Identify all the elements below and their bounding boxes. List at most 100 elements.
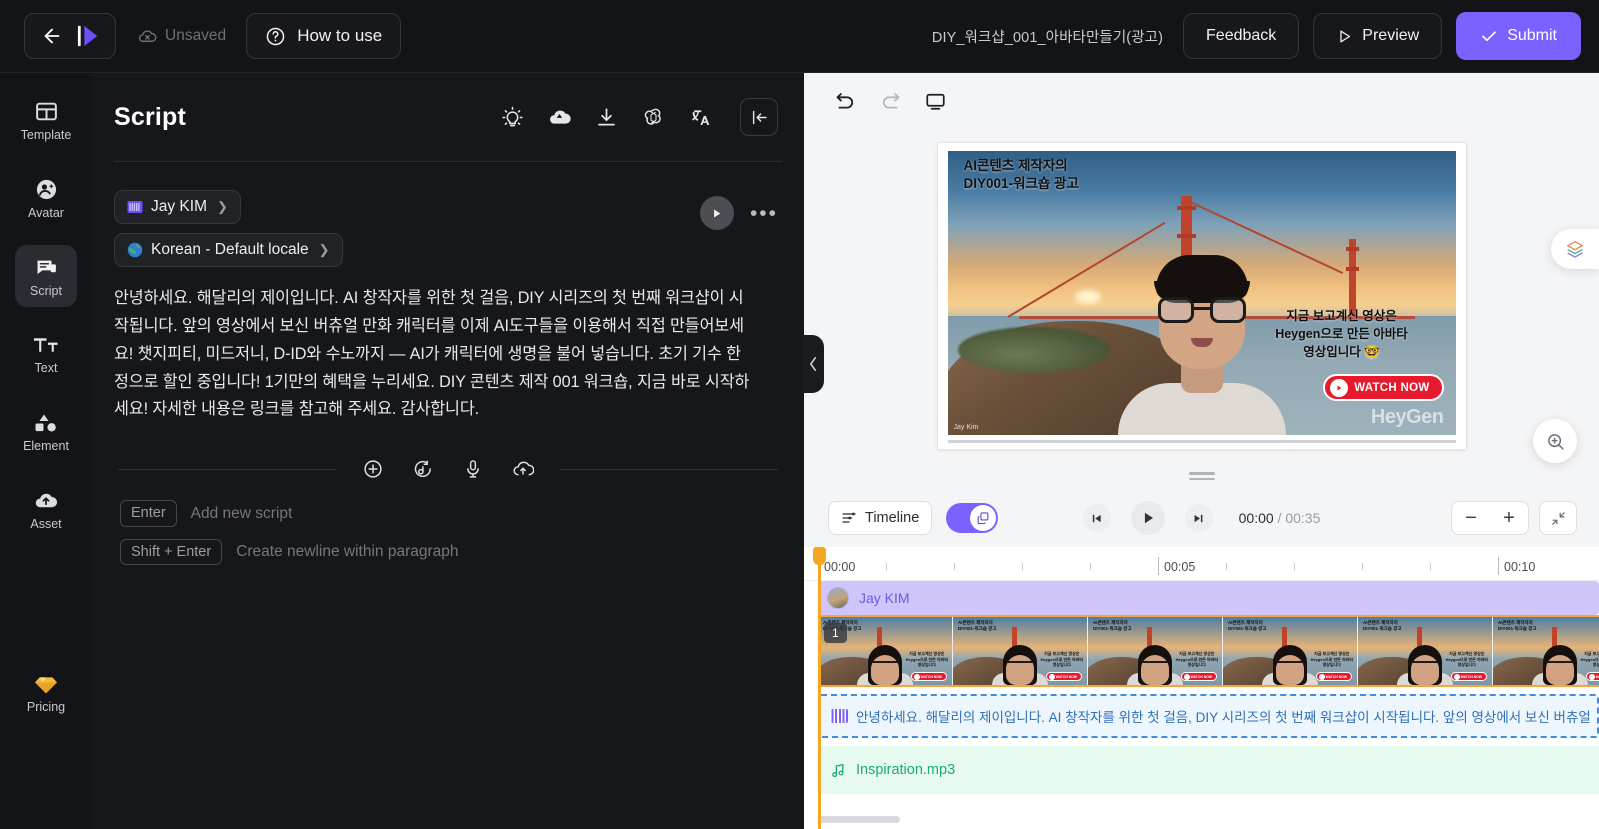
timeline-ruler[interactable]: 00:00 00:05 00:10 <box>804 547 1599 581</box>
track-audio[interactable]: Inspiration.mp3 <box>818 746 1599 794</box>
collapse-panel-button[interactable] <box>740 98 778 136</box>
add-script-icons <box>336 458 560 480</box>
translate-icon[interactable] <box>689 106 712 129</box>
scrollbar-thumb[interactable] <box>818 816 900 823</box>
download-icon[interactable] <box>595 106 618 129</box>
transport-controls: 00:00 / 00:35 <box>1082 501 1320 535</box>
app-root: Unsaved How to use DIY_워크샵_001_아바타만들기(광고… <box>0 0 1599 829</box>
zoom-out-button[interactable]: − <box>1465 508 1477 528</box>
script-panel-header: Script <box>92 73 804 139</box>
timeline-resize-handle[interactable] <box>804 463 1599 489</box>
sidebar-label: Element <box>23 439 69 454</box>
check-icon <box>1480 27 1498 45</box>
element-icon <box>33 411 59 435</box>
cloud-voice-icon[interactable] <box>548 106 571 129</box>
track-text-caption[interactable]: 안녕하세요. 해달리의 제이입니다. AI 창작자를 위한 첫 걸음, DIY … <box>818 694 1599 738</box>
text-icon <box>33 333 60 357</box>
avatar-selector-chip[interactable]: Jay KIM ❯ <box>114 190 241 224</box>
zoom-controls: − + <box>1451 501 1577 535</box>
sidebar-item-asset[interactable]: Asset <box>15 479 77 541</box>
duplicate-toggle[interactable] <box>946 503 999 533</box>
unsaved-label: Unsaved <box>165 27 227 44</box>
divider-left <box>118 468 336 470</box>
redo-icon[interactable] <box>879 90 902 113</box>
caption-icon <box>830 709 848 723</box>
zoom-in-button[interactable]: + <box>1503 508 1515 528</box>
timeline-horizontal-scrollbar[interactable] <box>818 816 1599 823</box>
timeline-playhead[interactable] <box>813 547 826 829</box>
filmstrip-frame: AI콘텐츠 제작자의DIY001-워크숍 광고 지금 보고계신 영상은Heyge… <box>1088 617 1223 685</box>
cloud-off-icon <box>138 27 157 46</box>
paragraph-more-button[interactable]: ••• <box>750 203 778 224</box>
display-icon[interactable] <box>924 90 947 113</box>
timeline-toggle-button[interactable]: Timeline <box>828 501 933 535</box>
globe-icon <box>127 242 143 258</box>
question-circle-icon <box>265 26 286 47</box>
track-avatar[interactable]: Jay KIM <box>818 581 1599 615</box>
sidebar-item-element[interactable]: Element <box>15 401 77 463</box>
canvas-toolbar <box>804 73 1599 129</box>
video-canvas[interactable]: AI콘텐츠 제작자의 DIY001-워크숍 광고 지금 보고계신 영상은 Heyge… <box>936 142 1467 450</box>
script-paragraph-block: Jay KIM ❯ Korean - Default locale ❯ ••• … <box>92 162 804 424</box>
sidebar-label: Pricing <box>26 700 66 715</box>
app-body: Template Avatar Script Text Element Asse… <box>0 73 1599 829</box>
sidebar-item-script[interactable]: Script <box>15 245 77 307</box>
locale-selector-chip[interactable]: Korean - Default locale ❯ <box>114 233 343 267</box>
play-button[interactable] <box>1130 501 1165 535</box>
unsaved-status: Unsaved <box>138 27 226 46</box>
back-home-button[interactable] <box>24 13 116 59</box>
timeline-zoom-group[interactable]: − + <box>1451 501 1529 535</box>
ruler-tick <box>886 557 887 570</box>
timeline-icon <box>841 510 857 526</box>
how-to-use-button[interactable]: How to use <box>246 13 402 59</box>
add-script-row <box>92 458 804 480</box>
ruler-tick <box>1226 557 1227 570</box>
timeline-panel[interactable]: 00:00 00:05 00:10 Jay KIM 1 제작자의 광고 지금 보… <box>804 547 1599 829</box>
add-circle-icon[interactable] <box>362 458 384 480</box>
lightbulb-icon[interactable] <box>501 106 524 129</box>
watch-now-label: WATCH NOW <box>1354 381 1430 394</box>
avatar-chip-label: Jay KIM <box>151 198 207 215</box>
script-panel-toolbar <box>501 98 778 136</box>
submit-button[interactable]: Submit <box>1456 12 1581 60</box>
project-title: DIY_워크샵_001_아바타만들기(광고) <box>931 29 1164 46</box>
ruler-tick <box>1022 557 1023 570</box>
openai-icon[interactable] <box>642 106 665 129</box>
script-icon <box>34 255 59 280</box>
layers-panel-button[interactable] <box>1551 229 1599 269</box>
player-bar: Timeline 00:00 / 00:35 − + <box>804 489 1599 547</box>
filmstrip-frame: AI콘텐츠 제작자의DIY001-워크숍 광고 지금 보고계신 영상은Heyge… <box>1358 617 1493 685</box>
audio-track-label: Inspiration.mp3 <box>856 762 956 778</box>
video-overlay-title: AI콘텐츠 제작자의 DIY001-워크숍 광고 <box>963 158 1079 192</box>
preview-button[interactable]: Preview <box>1313 13 1443 59</box>
back-arrow-icon <box>41 25 63 47</box>
track-scene-filmstrip[interactable]: 1 AI콘텐츠 제작자의DIY001-워크숍 광고 지금 보고계신 영상은Hey… <box>818 615 1599 687</box>
sidebar-label: Avatar <box>28 205 64 220</box>
paragraph-play-button[interactable] <box>699 196 734 230</box>
script-text[interactable]: 안녕하세요. 해달리의 제이입니다. AI 창작자를 위한 첫 걸음, DIY … <box>114 285 754 424</box>
pause-timing-icon[interactable] <box>412 458 434 480</box>
ruler-tick <box>1362 557 1363 570</box>
upload-cloud-icon[interactable] <box>512 458 534 480</box>
submit-label: Submit <box>1507 27 1557 44</box>
microphone-icon[interactable] <box>462 458 484 480</box>
sidebar-item-template[interactable]: Template <box>15 89 77 151</box>
script-panel: Script Jay KIM ❯ Korean - Default locale… <box>92 73 804 829</box>
diamond-icon <box>33 674 59 696</box>
sidebar-item-text[interactable]: Text <box>15 323 77 385</box>
timeline-tracks: Jay KIM 1 AI콘텐츠 제작자의DIY001-워크숍 광고 지금 보고계… <box>804 581 1599 794</box>
sidebar-item-avatar[interactable]: Avatar <box>15 167 77 229</box>
skip-next-button[interactable] <box>1184 504 1213 532</box>
feedback-button[interactable]: Feedback <box>1183 13 1300 59</box>
collapse-script-panel-handle[interactable] <box>802 335 824 393</box>
undo-icon[interactable] <box>834 90 857 113</box>
fit-screen-button[interactable] <box>1539 501 1577 535</box>
sidebar-item-pricing[interactable]: Pricing <box>15 663 77 725</box>
hint-shift-enter: Shift + Enter Create newline within para… <box>120 538 778 566</box>
zoom-in-button[interactable] <box>1533 419 1577 463</box>
paragraph-actions: ••• <box>699 196 778 230</box>
skip-prev-button[interactable] <box>1082 504 1111 532</box>
stage-area: AI콘텐츠 제작자의 DIY001-워크숍 광고 지금 보고계신 영상은 Heyge… <box>802 73 1599 829</box>
playhead-handle[interactable] <box>813 547 826 565</box>
sidebar-label: Asset <box>30 517 62 532</box>
